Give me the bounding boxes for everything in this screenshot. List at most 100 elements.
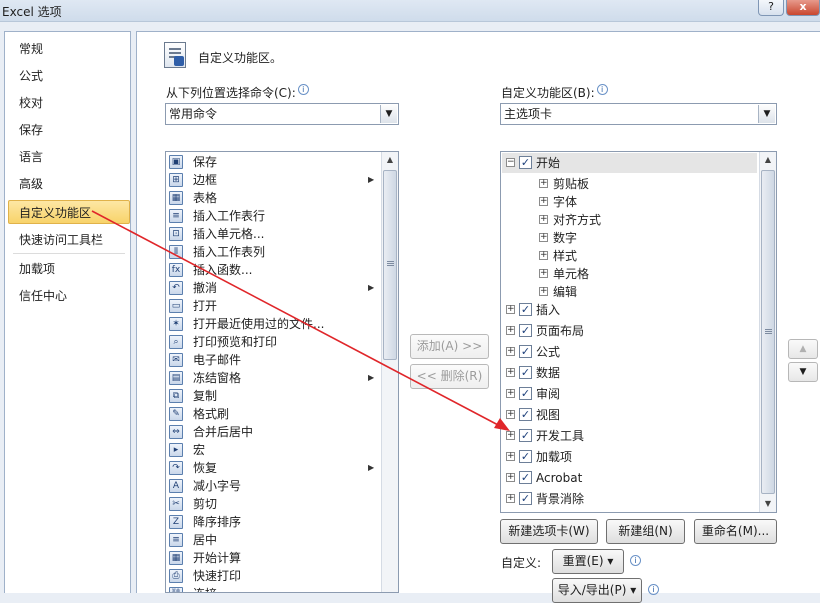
expand-icon[interactable]: + — [506, 473, 515, 482]
expand-icon[interactable]: + — [506, 410, 515, 419]
command-item[interactable]: ↷恢复▶ — [166, 459, 380, 477]
command-item[interactable]: ⫴插入工作表列 — [166, 243, 380, 261]
expand-icon[interactable]: + — [539, 251, 548, 260]
close-button[interactable]: x — [786, 0, 820, 16]
move-up-button[interactable]: ▲ — [788, 339, 818, 359]
ribbon-group-item[interactable]: +对齐方式 — [501, 210, 759, 230]
command-item[interactable]: ✶打开最近使用过的文件... — [166, 315, 380, 333]
commands-list[interactable]: ▣保存⊞边框▶▦表格≡插入工作表行⊡插入单元格...⫴插入工作表列fx插入函数.… — [165, 151, 399, 593]
ribbon-tab-item[interactable]: +✓页面布局 — [501, 321, 759, 341]
choose-commands-dropdown[interactable]: 常用命令 ▼ — [165, 103, 399, 125]
tab-checkbox[interactable]: ✓ — [519, 303, 532, 316]
command-item[interactable]: ⌕打印预览和打印 — [166, 333, 380, 351]
nav-item-advanced[interactable]: 高级 — [19, 175, 43, 192]
scroll-up-icon[interactable]: ▲ — [760, 152, 776, 168]
collapse-icon[interactable]: − — [506, 158, 515, 167]
nav-item-general[interactable]: 常规 — [19, 40, 43, 57]
ribbon-group-item[interactable]: +数字 — [501, 228, 759, 248]
expand-icon[interactable]: + — [539, 215, 548, 224]
tab-checkbox[interactable]: ✓ — [519, 156, 532, 169]
ribbon-group-item[interactable]: +剪贴板 — [501, 174, 759, 194]
tab-checkbox[interactable]: ✓ — [519, 345, 532, 358]
dropdown-arrow-icon[interactable]: ▼ — [758, 105, 775, 123]
commands-scrollbar[interactable]: ▲ — [381, 152, 398, 592]
command-item[interactable]: ⎙快速打印 — [166, 567, 380, 585]
tab-checkbox[interactable]: ✓ — [519, 429, 532, 442]
command-item[interactable]: ▦开始计算 — [166, 549, 380, 567]
command-item[interactable]: ⊡插入单元格... — [166, 225, 380, 243]
tab-checkbox[interactable]: ✓ — [519, 492, 532, 505]
command-item[interactable]: A减小字号 — [166, 477, 380, 495]
tab-checkbox[interactable]: ✓ — [519, 408, 532, 421]
ribbon-tab-item[interactable]: +✓插入 — [501, 300, 759, 320]
ribbon-tab-item[interactable]: +✓审阅 — [501, 384, 759, 404]
ribbon-tab-item[interactable]: +✓加载项 — [501, 447, 759, 467]
ribbon-tab-item[interactable]: +✓背景消除 — [501, 489, 759, 509]
nav-item-save[interactable]: 保存 — [19, 121, 43, 138]
nav-item-language[interactable]: 语言 — [19, 148, 43, 165]
nav-item-add-ins[interactable]: 加载项 — [19, 260, 55, 277]
command-item[interactable]: ✉电子邮件 — [166, 351, 380, 369]
ribbon-group-item[interactable]: +编辑 — [501, 282, 759, 302]
nav-item-trust-center[interactable]: 信任中心 — [19, 287, 67, 304]
tab-checkbox[interactable]: ✓ — [519, 471, 532, 484]
command-item[interactable]: ▦表格 — [166, 189, 380, 207]
new-group-button[interactable]: 新建组(N) — [606, 519, 685, 544]
command-item[interactable]: ⊞边框▶ — [166, 171, 380, 189]
command-item[interactable]: ≡居中 — [166, 531, 380, 549]
expand-icon[interactable]: + — [506, 389, 515, 398]
command-item[interactable]: Z降序排序 — [166, 513, 380, 531]
help-button[interactable]: ? — [758, 0, 784, 16]
command-item[interactable]: ▤冻结窗格▶ — [166, 369, 380, 387]
expand-icon[interactable]: + — [539, 269, 548, 278]
command-item[interactable]: fx插入函数... — [166, 261, 380, 279]
ribbon-group-item[interactable]: +字体 — [501, 192, 759, 212]
dropdown-arrow-icon[interactable]: ▼ — [380, 105, 397, 123]
expand-icon[interactable]: + — [506, 326, 515, 335]
expand-icon[interactable]: + — [506, 494, 515, 503]
ribbon-tab-item[interactable]: +✓开发工具 — [501, 426, 759, 446]
expand-icon[interactable]: + — [539, 287, 548, 296]
ribbon-tab-item[interactable]: −✓开始 — [501, 153, 759, 173]
tab-checkbox[interactable]: ✓ — [519, 387, 532, 400]
ribbon-group-item[interactable]: +样式 — [501, 246, 759, 266]
nav-item-formulas[interactable]: 公式 — [19, 67, 43, 84]
command-item[interactable]: ▭打开 — [166, 297, 380, 315]
import-export-button[interactable]: 导入/导出(P) ▾ — [552, 578, 642, 603]
ribbon-tab-item[interactable]: +✓视图 — [501, 405, 759, 425]
expand-icon[interactable]: + — [539, 233, 548, 242]
command-item[interactable]: ≡插入工作表行 — [166, 207, 380, 225]
tab-checkbox[interactable]: ✓ — [519, 366, 532, 379]
add-button[interactable]: 添加(A) >> — [410, 334, 489, 359]
scroll-up-icon[interactable]: ▲ — [382, 152, 398, 168]
command-item[interactable]: ✎格式刷 — [166, 405, 380, 423]
expand-icon[interactable]: + — [506, 368, 515, 377]
ribbon-tab-item[interactable]: +✓数据 — [501, 363, 759, 383]
ribbon-group-item[interactable]: +单元格 — [501, 264, 759, 284]
scroll-thumb[interactable] — [383, 170, 397, 360]
tab-checkbox[interactable]: ✓ — [519, 324, 532, 337]
command-item[interactable]: ✂剪切 — [166, 495, 380, 513]
command-item[interactable]: ▸宏 — [166, 441, 380, 459]
tab-checkbox[interactable]: ✓ — [519, 450, 532, 463]
command-item[interactable]: ⇔合并后居中 — [166, 423, 380, 441]
scroll-down-icon[interactable]: ▼ — [760, 496, 776, 512]
scroll-thumb[interactable] — [761, 170, 775, 494]
command-item[interactable]: ⛓连接 — [166, 585, 380, 593]
rename-button[interactable]: 重命名(M)... — [694, 519, 777, 544]
expand-icon[interactable]: + — [506, 305, 515, 314]
expand-icon[interactable]: + — [539, 197, 548, 206]
command-item[interactable]: ▣保存 — [166, 153, 380, 171]
move-down-button[interactable]: ▼ — [788, 362, 818, 382]
expand-icon[interactable]: + — [506, 431, 515, 440]
remove-button[interactable]: << 删除(R) — [410, 364, 489, 389]
ribbon-tab-item[interactable]: +✓Acrobat — [501, 468, 759, 488]
new-tab-button[interactable]: 新建选项卡(W) — [500, 519, 598, 544]
ribbon-tree[interactable]: −✓开始+剪贴板+字体+对齐方式+数字+样式+单元格+编辑+✓插入+✓页面布局+… — [500, 151, 777, 513]
ribbon-tabs-dropdown[interactable]: 主选项卡 ▼ — [500, 103, 777, 125]
reset-button[interactable]: 重置(E) ▾ — [552, 549, 624, 574]
ribbon-tab-item[interactable]: +✓公式 — [501, 342, 759, 362]
nav-item-proofing[interactable]: 校对 — [19, 94, 43, 111]
nav-item-customize-ribbon[interactable]: 自定义功能区 — [19, 204, 91, 221]
expand-icon[interactable]: + — [539, 179, 548, 188]
